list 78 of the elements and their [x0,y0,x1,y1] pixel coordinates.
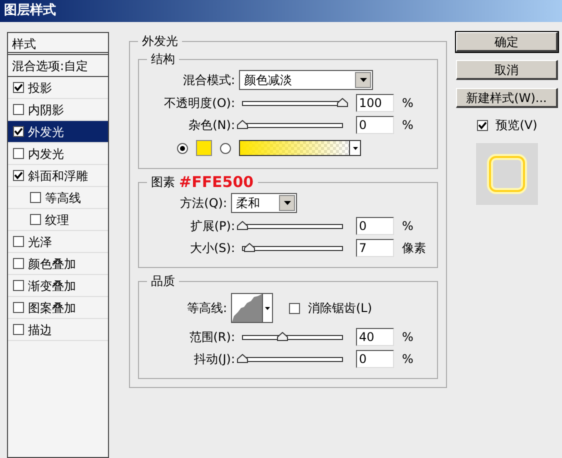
preview-label: 预览(V) [496,117,538,134]
group-title: 外发光 [142,33,178,50]
blend-mode-label: 混合模式: [182,72,236,89]
unit-label: % [402,329,414,346]
slider-label: 大小(S): [188,240,236,257]
gradient-picker[interactable] [239,140,361,156]
checkbox[interactable] [13,236,24,247]
window-title: 图层样式 [4,2,56,20]
unit-label: % [402,95,414,112]
caret-icon [262,294,272,322]
value-field[interactable]: 40 [356,328,394,346]
slider-label: 不透明度(O): [163,95,236,112]
dialog-button[interactable]: 新建样式(W)... [456,88,558,108]
list-item[interactable]: 纹理 [8,209,108,231]
slider-thumb[interactable] [237,354,248,363]
checkbox[interactable] [13,126,24,137]
dialog-button[interactable]: 取消 [456,60,558,80]
group-title: 品质 [151,273,175,290]
slider-label: 扩展(P): [189,218,236,235]
slider-label: 范围(R): [188,329,236,346]
list-item[interactable]: 外发光 [8,121,108,143]
caret-icon [279,195,295,211]
dropdown[interactable]: 柔和 [231,193,297,213]
contour-picker[interactable] [231,293,273,323]
glow-square-icon [487,154,527,194]
checkbox[interactable] [30,192,41,203]
checkbox[interactable] [13,148,24,159]
checkbox[interactable] [13,324,24,335]
group-title: 结构 [151,51,175,68]
group-title: 图素 [151,174,175,191]
slider-thumb[interactable] [237,120,248,129]
color-swatch[interactable] [196,140,212,156]
list-item[interactable]: 混合选项:自定 [8,55,108,77]
contour-curve-icon [232,294,262,322]
slider-thumb[interactable] [237,221,248,230]
value-field[interactable]: 7 [356,239,394,257]
list-item[interactable]: 渐变叠加 [8,275,108,297]
slider-thumb[interactable] [337,98,348,107]
checkbox[interactable] [289,302,300,314]
value-field[interactable]: 0 [356,116,394,134]
caret-icon [349,141,360,155]
list-item[interactable]: 光泽 [8,231,108,253]
list-item[interactable]: 等高线 [8,187,108,209]
value-field[interactable]: 0 [356,217,394,235]
unit-label: % [402,218,414,235]
contour-label: 等高线: [186,300,228,317]
value-field[interactable]: 100 [356,94,394,112]
slider-thumb[interactable] [277,332,288,341]
slider-label: 抖动(J): [193,351,236,368]
unit-label: % [402,351,414,368]
radio-button[interactable] [177,142,188,154]
dialog-button[interactable]: 确定 [456,32,558,52]
value-field[interactable]: 0 [356,350,394,368]
list-item[interactable]: 投影 [8,77,108,99]
dropdown[interactable]: 颜色减淡 [239,70,373,90]
radio-button[interactable] [220,142,231,154]
list-item[interactable]: 描边 [8,319,108,341]
annotation: #FFE500 [179,174,254,190]
caret-icon [355,72,371,88]
list-item[interactable]: 斜面和浮雕 [8,165,108,187]
list-item[interactable]: 图案叠加 [8,297,108,319]
checkbox[interactable] [13,258,24,269]
list-header: 样式 [8,33,108,55]
checkbox[interactable] [13,280,24,291]
unit-label: 像素 [402,240,426,257]
checkbox[interactable] [13,82,24,93]
method-label: 方法(Q): [179,195,228,212]
list-item[interactable]: 颜色叠加 [8,253,108,275]
anti-alias-label: 消除锯齿(L) [308,300,372,317]
checkbox[interactable] [13,302,24,313]
unit-label: % [402,117,414,134]
checkbox[interactable] [30,214,41,225]
slider-label: 杂色(N): [188,117,236,134]
list-item[interactable]: 内发光 [8,143,108,165]
slider-thumb[interactable] [244,243,255,252]
checkbox[interactable] [476,120,488,130]
checkbox[interactable] [13,170,24,181]
checkbox[interactable] [13,104,24,115]
